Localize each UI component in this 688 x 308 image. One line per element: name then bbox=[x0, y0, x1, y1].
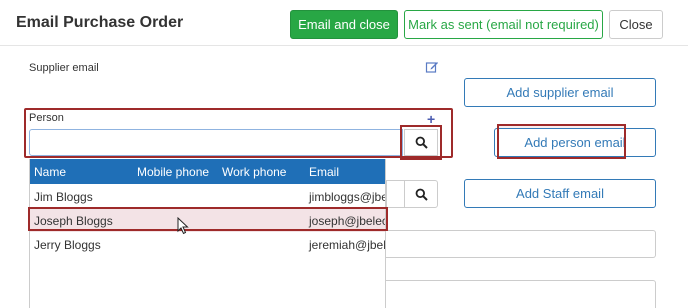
add-staff-email-button[interactable]: Add Staff email bbox=[464, 179, 656, 208]
search-button-highlight bbox=[400, 125, 442, 160]
row-name: Jim Bloggs bbox=[34, 190, 93, 204]
row-email: jimbloggs@jbele bbox=[309, 190, 385, 204]
list-item[interactable]: Jim Bloggs jimbloggs@jbele bbox=[30, 184, 385, 208]
column-header-work: Work phone bbox=[222, 165, 287, 179]
dialog-header: Email Purchase Order Email and close Mar… bbox=[0, 0, 688, 46]
person-label: Person bbox=[29, 112, 64, 124]
add-person-email-highlight bbox=[497, 124, 626, 159]
selected-row-highlight bbox=[28, 207, 388, 231]
edit-icon[interactable] bbox=[425, 60, 439, 74]
close-button[interactable]: Close bbox=[609, 10, 663, 39]
supplier-email-label: Supplier email bbox=[29, 62, 99, 74]
search-icon bbox=[415, 188, 428, 201]
column-header-email: Email bbox=[309, 165, 340, 179]
email-field[interactable] bbox=[386, 230, 656, 258]
mouse-cursor-icon bbox=[177, 217, 189, 235]
column-header-mobile: Mobile phone bbox=[137, 165, 210, 179]
email-and-close-button[interactable]: Email and close bbox=[290, 10, 398, 39]
staff-search-button[interactable] bbox=[404, 180, 438, 208]
column-header-name: Name bbox=[34, 165, 67, 179]
person-search-input[interactable] bbox=[29, 129, 403, 156]
mark-as-sent-button[interactable]: Mark as sent (email not required) bbox=[404, 10, 603, 39]
row-email: jeremiah@jbele bbox=[309, 238, 386, 252]
add-supplier-email-button[interactable]: Add supplier email bbox=[464, 78, 656, 107]
dropdown-header: Name Mobile phone Work phone Email bbox=[30, 159, 385, 184]
message-field[interactable] bbox=[386, 280, 656, 308]
dialog-title: Email Purchase Order bbox=[16, 14, 184, 31]
person-dropdown: Name Mobile phone Work phone Email Jim B… bbox=[29, 159, 386, 308]
row-name: Jerry Bloggs bbox=[34, 238, 101, 252]
staff-input[interactable] bbox=[386, 180, 406, 208]
list-item[interactable]: Jerry Bloggs jeremiah@jbele bbox=[30, 232, 386, 256]
